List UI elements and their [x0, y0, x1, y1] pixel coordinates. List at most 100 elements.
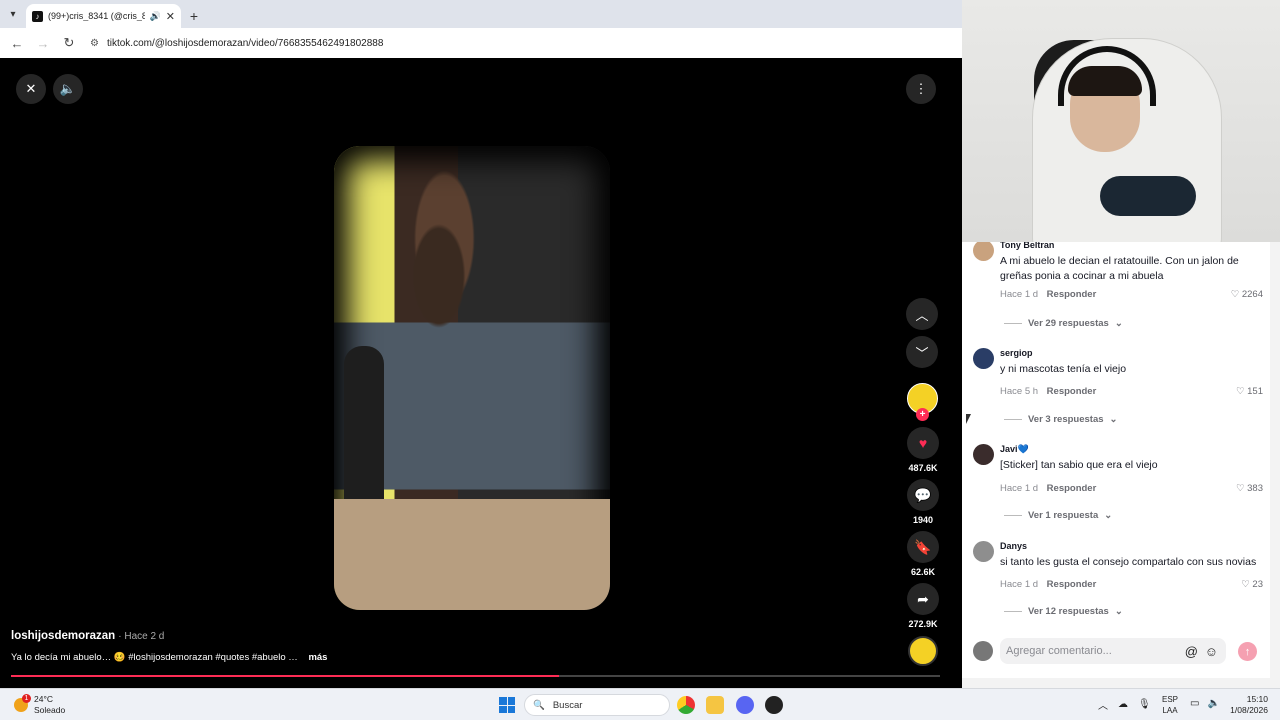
notification-badge: 1 — [22, 694, 31, 703]
comment-icon[interactable]: 💬 — [907, 479, 939, 511]
comment-avatar[interactable] — [973, 541, 994, 562]
chevron-down-icon: ⌄ — [1114, 318, 1123, 329]
clock-time: 15:10 — [1246, 694, 1268, 704]
panel-bottom-gutter — [962, 678, 1280, 688]
comment-like[interactable]: ♡ 23 — [1241, 579, 1263, 590]
browser-tab-strip: ▾ ♪ (99+)cris_8341 (@cris_834… 🔊 ✕ + — [0, 0, 962, 28]
video-progress-bar[interactable] — [11, 675, 940, 677]
comment-text: y ni mascotas tenía el viejo — [1000, 363, 1127, 375]
share-action[interactable]: ➦ 272.9K — [906, 583, 940, 629]
forward-button[interactable]: → — [32, 32, 54, 54]
reply-button[interactable]: Responder — [1047, 386, 1097, 397]
view-replies-label[interactable]: Ver 12 respuestas — [1028, 606, 1109, 617]
language-code: ESP — [1162, 695, 1179, 704]
view-replies-button[interactable]: Ver 12 respuestas ⌄ — [1004, 606, 1123, 617]
comment-compose: Agregar comentario... @ ☺ ↑ — [962, 636, 1270, 670]
music-disc-avatar[interactable] — [908, 636, 938, 666]
author-name[interactable]: loshijosdemorazan — [11, 630, 115, 642]
back-button[interactable]: ← — [6, 32, 28, 54]
comment-text: [Sticker] tan sabio que era el viejo — [1000, 459, 1158, 471]
reply-button[interactable]: Responder — [1047, 579, 1097, 590]
mention-icon[interactable]: @ — [1185, 644, 1198, 659]
more-options-button[interactable]: ⋮ — [906, 74, 936, 104]
browser-toolbar: ← → ↻ ⚙ tiktok.com/@loshijosdemorazan/vi… — [0, 28, 962, 58]
comment-avatar[interactable] — [973, 444, 994, 465]
emoji-icon[interactable]: ☺ — [1205, 644, 1218, 659]
post-time: · Hace 2 d — [118, 631, 165, 642]
view-replies-label[interactable]: Ver 3 respuestas — [1028, 414, 1104, 425]
video-caption: Ya lo decía mi abuelo… 🥴 #loshijosdemora… — [11, 652, 327, 663]
comment-user[interactable]: Tony Beltran — [1000, 242, 1054, 250]
speaker-icon: 🔈 — [1207, 698, 1220, 709]
share-count: 272.9K — [908, 619, 938, 629]
save-count: 62.6K — [910, 567, 936, 577]
view-replies-button[interactable]: Ver 29 respuestas ⌄ — [1004, 318, 1123, 329]
view-replies-button[interactable]: Ver 1 respuesta ⌄ — [1004, 510, 1112, 521]
view-replies-button[interactable]: Ver 3 respuestas ⌄ — [1004, 414, 1118, 425]
comment-like[interactable]: ♡ 383 — [1236, 483, 1263, 494]
comment-like[interactable]: ♡ 2264 — [1231, 289, 1263, 300]
like-action[interactable]: ♥ 487.6K — [906, 427, 940, 473]
comment-meta: Hace 1 d Responder — [1000, 483, 1096, 494]
volume-button[interactable]: 🔈 — [53, 74, 83, 104]
close-video-button[interactable]: ✕ — [16, 74, 46, 104]
tab-search-icon[interactable]: ▾ — [0, 0, 26, 28]
browser-tab[interactable]: ♪ (99+)cris_8341 (@cris_834… 🔊 ✕ — [26, 4, 181, 28]
quick-settings[interactable]: ▭ 🔈 — [1190, 698, 1220, 709]
language-indicator[interactable]: ESP LAA — [1162, 694, 1178, 716]
comment-like[interactable]: ♡ 151 — [1236, 386, 1263, 397]
heart-outline-icon[interactable]: ♡ — [1236, 386, 1245, 397]
comment-input[interactable]: Agregar comentario... @ ☺ — [1000, 638, 1226, 664]
heart-outline-icon[interactable]: ♡ — [1236, 483, 1245, 494]
comment-like-count: 151 — [1247, 386, 1263, 397]
comment-avatar[interactable] — [973, 348, 994, 369]
tiktok-favicon-icon: ♪ — [32, 10, 43, 22]
comment-text: si tanto les gusta el consejo compartalo… — [1000, 556, 1257, 568]
new-tab-button[interactable]: + — [181, 4, 207, 28]
reply-button[interactable]: Responder — [1047, 483, 1097, 494]
taskbar-search[interactable]: 🔍 Buscar — [524, 694, 670, 716]
bookmark-icon[interactable]: 🔖 — [907, 531, 939, 563]
more-link[interactable]: más — [308, 652, 327, 663]
reply-button[interactable]: Responder — [1047, 289, 1097, 300]
post-comment-button[interactable]: ↑ — [1238, 642, 1257, 661]
clock[interactable]: 15:10 1/08/2026 — [1226, 694, 1268, 716]
site-info-icon[interactable]: ⚙ — [90, 38, 99, 49]
video-player[interactable]: ✕ 🔈 ⋮ ︿ ﹀ + ♥ 487.6K 💬 1940 🔖 62.6K ➦ 27… — [0, 58, 962, 688]
next-video-button[interactable]: ﹀ — [906, 336, 938, 368]
comment-user[interactable]: Javi💙 — [1000, 444, 1029, 455]
file-explorer-icon[interactable] — [706, 696, 724, 714]
comment-like-count: 2264 — [1241, 289, 1263, 300]
cloud-icon[interactable]: ☁ — [1118, 699, 1128, 710]
save-action[interactable]: 🔖 62.6K — [906, 531, 940, 577]
weather-widget[interactable]: 1 24°C Soleado — [14, 694, 65, 716]
heart-outline-icon[interactable]: ♡ — [1241, 579, 1250, 590]
view-replies-label[interactable]: Ver 1 respuesta — [1028, 510, 1098, 521]
comment-count: 1940 — [912, 515, 934, 525]
tab-close-icon[interactable]: ✕ — [166, 10, 175, 23]
start-button-windows-icon[interactable] — [499, 697, 515, 713]
heart-icon[interactable]: ♥ — [907, 427, 939, 459]
address-bar[interactable]: ⚙ tiktok.com/@loshijosdemorazan/video/76… — [90, 31, 962, 55]
video-frame[interactable] — [334, 146, 610, 610]
heart-outline-icon[interactable]: ♡ — [1231, 289, 1240, 300]
comment-user[interactable]: Danys — [1000, 541, 1027, 551]
follow-plus-icon[interactable]: + — [916, 408, 929, 421]
previous-video-button[interactable]: ︿ — [906, 298, 938, 330]
tab-audio-icon[interactable]: 🔊 — [150, 11, 161, 22]
view-replies-label[interactable]: Ver 29 respuestas — [1028, 318, 1109, 329]
url-text: tiktok.com/@loshijosdemorazan/video/7668… — [106, 37, 384, 49]
hoodie-logo-shape — [1100, 176, 1196, 216]
chrome-icon[interactable] — [677, 696, 695, 714]
microphone-icon[interactable]: 🎙 — [1138, 699, 1151, 710]
comment-action[interactable]: 💬 1940 — [906, 479, 940, 525]
reload-button[interactable]: ↻ — [58, 32, 80, 54]
share-icon[interactable]: ➦ — [907, 583, 939, 615]
comment-user[interactable]: sergiop — [1000, 348, 1033, 358]
discord-icon[interactable] — [736, 696, 754, 714]
search-label: Buscar — [552, 699, 583, 711]
comment-avatar[interactable] — [973, 242, 994, 261]
app-icon[interactable] — [765, 696, 783, 714]
show-hidden-icons-chevron-up-icon[interactable]: ︿ — [1098, 697, 1108, 712]
chevron-down-icon: ⌄ — [1109, 414, 1118, 425]
